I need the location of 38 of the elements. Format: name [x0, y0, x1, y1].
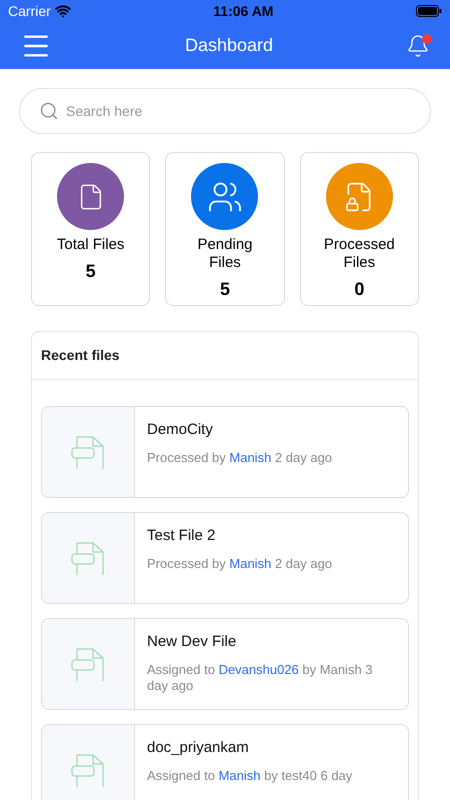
file-card[interactable]: DemoCity Processed by Manish 2 day ago: [41, 406, 409, 498]
stat-value: 0: [354, 278, 364, 301]
status-time: 11:06 AM: [213, 2, 274, 20]
wifi-icon: [54, 3, 71, 19]
notification-button[interactable]: [406, 34, 430, 58]
stat-value: 5: [220, 278, 230, 301]
file-activity: Processed by Manish 2 day ago: [147, 556, 334, 572]
file-card[interactable]: doc_priyankam Assigned to Manish by test40 6 day: [41, 724, 409, 800]
search-field[interactable]: Search here: [19, 88, 431, 134]
document-icon: [71, 646, 105, 682]
user-link[interactable]: Manish: [218, 768, 260, 782]
file-activity: Assigned to Devanshu026 by Manish 3 day ago: [147, 662, 374, 694]
user-link[interactable]: Manish: [229, 450, 272, 464]
document-icon: [71, 752, 105, 788]
stat-label: Pending Files: [196, 236, 254, 272]
file-name: Test File 2: [147, 526, 216, 546]
stat-card[interactable]: Total Files 5: [31, 152, 150, 306]
page-title: Dashboard: [184, 34, 274, 57]
panel-title: Recent files: [41, 346, 120, 365]
file-name: New Dev File: [147, 632, 238, 652]
carrier-label: Carrier: [8, 2, 51, 20]
stat-card[interactable]: Processed Files 0: [300, 152, 419, 306]
user-link[interactable]: Devanshu026: [218, 662, 299, 676]
document-icon: [71, 434, 105, 470]
battery-icon: [416, 5, 442, 17]
stat-label: Processed Files: [322, 236, 396, 272]
user-link[interactable]: Manish: [229, 556, 272, 570]
file-card[interactable]: Test File 2 Processed by Manish 2 day ago: [41, 512, 409, 604]
file-name: doc_priyankam: [147, 738, 250, 758]
stat-value: 5: [86, 260, 96, 283]
document-icon: [71, 540, 105, 576]
file-activity: Processed by Manish 2 day ago: [147, 450, 334, 466]
stat-card[interactable]: Pending Files 5: [165, 152, 285, 306]
search-icon: [39, 101, 59, 121]
file-activity: Assigned to Manish by test40 6 day: [147, 768, 354, 784]
stat-label: Total Files: [56, 236, 126, 254]
file-name: DemoCity: [147, 420, 214, 440]
file-card[interactable]: New Dev File Assigned to Devanshu026 by Manish 3 day ago: [41, 618, 409, 710]
